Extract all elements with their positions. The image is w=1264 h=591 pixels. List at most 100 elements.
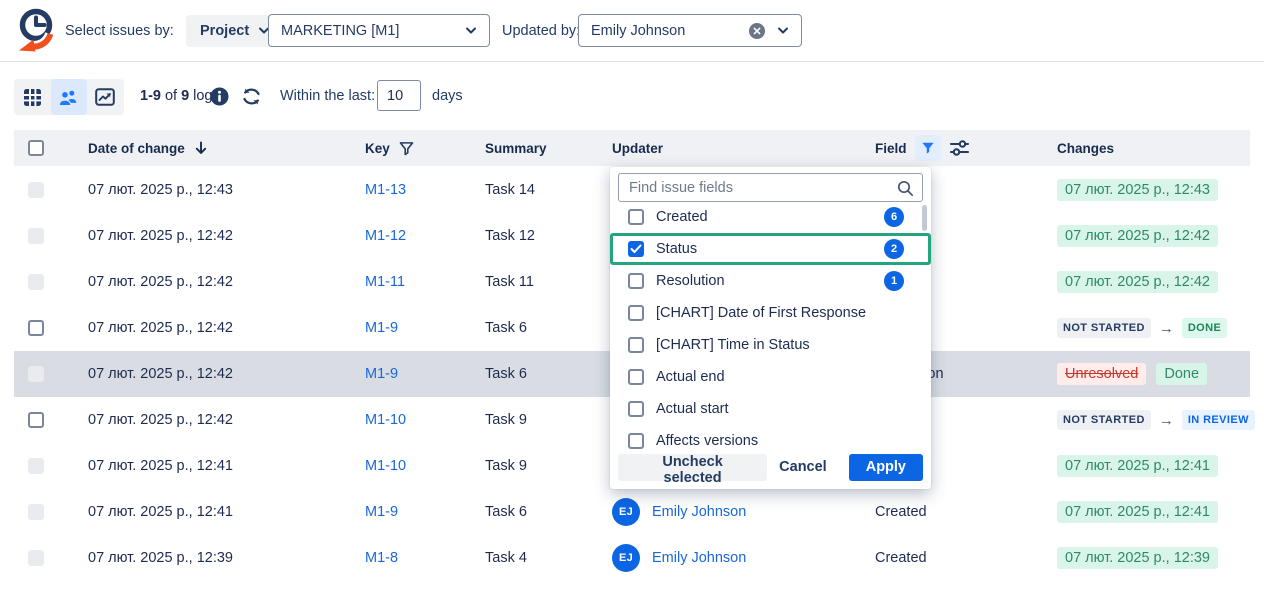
column-changes[interactable]: Changes	[1057, 141, 1114, 156]
field-option-resolution[interactable]: Resolution 1	[610, 265, 931, 297]
within-last-label: Within the last:	[280, 62, 375, 130]
apply-button[interactable]: Apply	[849, 454, 923, 481]
field-option-actual-end[interactable]: Actual end	[610, 361, 931, 393]
count-badge: 2	[884, 239, 904, 259]
cancel-button[interactable]: Cancel	[767, 454, 839, 481]
checkbox[interactable]	[628, 209, 644, 225]
logs-count-range: 1-9	[140, 88, 161, 104]
clear-icon[interactable]	[749, 23, 765, 39]
project-select[interactable]: MARKETING [M1]	[268, 14, 490, 47]
resolution-from-pill: Unresolved	[1057, 363, 1146, 385]
issue-summary: Task 6	[485, 305, 527, 351]
checkbox[interactable]	[628, 401, 644, 417]
issue-key-link[interactable]: M1-10	[365, 458, 406, 474]
resolution-to-pill: Done	[1156, 363, 1207, 385]
select-by-value: Project	[200, 23, 249, 39]
column-summary[interactable]: Summary	[485, 141, 547, 156]
issue-key-link[interactable]: M1-9	[365, 366, 398, 382]
search-icon	[897, 180, 914, 197]
issue-key-link[interactable]: M1-12	[365, 228, 406, 244]
field-option-chart-time-in-status[interactable]: [CHART] Time in Status	[610, 329, 931, 361]
uncheck-selected-button[interactable]: Uncheck selected	[618, 454, 767, 481]
status-to-badge: DONE	[1182, 318, 1227, 338]
view-switcher	[14, 79, 124, 115]
table-row: 07 лют. 2025 р., 12:41 M1-9 Task 6 EJ Em…	[14, 489, 1250, 535]
refresh-button[interactable]	[241, 86, 262, 107]
check-icon	[630, 244, 642, 254]
field-search-input[interactable]	[619, 174, 922, 201]
field-option-actual-start[interactable]: Actual start	[610, 393, 931, 425]
select-by-dropdown[interactable]: Project	[186, 15, 281, 47]
people-view-button[interactable]	[51, 79, 88, 115]
date-of-change: 07 лют. 2025 р., 12:42	[88, 351, 233, 397]
column-field[interactable]: Field	[875, 141, 907, 156]
issue-summary: Task 9	[485, 397, 527, 443]
avatar: EJ	[612, 544, 640, 572]
chevron-down-icon	[777, 27, 789, 35]
field-option-status[interactable]: Status 2	[610, 233, 931, 265]
row-checkbox[interactable]	[28, 412, 44, 428]
status-to-badge: IN REVIEW	[1182, 410, 1255, 430]
select-all-checkbox[interactable]	[28, 140, 44, 156]
table-header: Date of change Key Summary Updater Field…	[14, 130, 1250, 166]
days-label: days	[432, 62, 463, 130]
row-checkbox	[28, 504, 44, 520]
change-arrow-icon: →	[1159, 320, 1174, 337]
row-checkbox[interactable]	[28, 320, 44, 336]
issue-key-link[interactable]: M1-11	[365, 274, 405, 290]
count-badge: 1	[884, 271, 904, 291]
checkbox[interactable]	[628, 433, 644, 449]
issue-key-link[interactable]: M1-13	[365, 182, 406, 198]
checkbox[interactable]	[628, 369, 644, 385]
column-date-of-change[interactable]: Date of change	[88, 141, 185, 156]
date-of-change: 07 лют. 2025 р., 12:42	[88, 213, 233, 259]
field-option-created[interactable]: Created 6	[610, 201, 931, 233]
row-checkbox	[28, 182, 44, 198]
column-updater[interactable]: Updater	[612, 141, 663, 156]
issue-key-link[interactable]: M1-9	[365, 320, 398, 336]
issue-summary: Task 11	[485, 259, 534, 305]
within-days-input[interactable]	[377, 80, 421, 111]
issue-summary: Task 6	[485, 351, 527, 397]
column-key[interactable]: Key	[365, 141, 390, 156]
table-view-button[interactable]	[14, 79, 51, 115]
checkbox-checked[interactable]	[628, 241, 644, 257]
key-filter-icon[interactable]	[398, 140, 415, 157]
table-row: 07 лют. 2025 р., 12:39 M1-8 Task 4 EJ Em…	[14, 535, 1250, 581]
logs-count-total: 9	[181, 88, 189, 104]
chart-view-button[interactable]	[87, 79, 124, 115]
topbar: Select issues by: Project MARKETING [M1]…	[0, 0, 1264, 62]
column-settings-icon[interactable]	[949, 139, 970, 157]
issue-summary: Task 6	[485, 489, 527, 535]
info-icon	[210, 87, 229, 106]
change-value: 07 лют. 2025 р., 12:39	[1057, 547, 1218, 569]
info-button[interactable]	[210, 87, 229, 106]
popup-scrollbar[interactable]	[922, 205, 927, 231]
checkbox[interactable]	[628, 305, 644, 321]
updated-by-value: Emily Johnson	[591, 23, 749, 39]
field-filter-popup: Created 6 Status 2 Resolution 1 [CHART] …	[610, 167, 931, 489]
date-of-change: 07 лют. 2025 р., 12:39	[88, 535, 233, 581]
change-value: 07 лют. 2025 р., 12:41	[1057, 501, 1218, 523]
row-checkbox	[28, 458, 44, 474]
sort-desc-icon[interactable]	[193, 140, 209, 156]
date-of-change: 07 лют. 2025 р., 12:43	[88, 167, 233, 213]
checkbox[interactable]	[628, 273, 644, 289]
issue-key-link[interactable]: M1-8	[365, 550, 398, 566]
issue-key-link[interactable]: M1-10	[365, 412, 406, 428]
change-value: 07 лют. 2025 р., 12:42	[1057, 271, 1218, 293]
issue-key-link[interactable]: M1-9	[365, 504, 398, 520]
change-value: 07 лют. 2025 р., 12:41	[1057, 455, 1218, 477]
field-filter-button[interactable]	[915, 135, 941, 161]
app-logo-clock-icon	[12, 4, 58, 58]
field-option-chart-date-first-response[interactable]: [CHART] Date of First Response	[610, 297, 931, 329]
updater-link[interactable]: Emily Johnson	[652, 550, 746, 566]
row-checkbox	[28, 550, 44, 566]
checkbox[interactable]	[628, 337, 644, 353]
issue-summary: Task 9	[485, 443, 527, 489]
logs-count: 1-9 of 9 logs	[140, 62, 220, 130]
updated-by-select[interactable]: Emily Johnson	[578, 14, 802, 47]
date-of-change: 07 лют. 2025 р., 12:42	[88, 305, 233, 351]
change-arrow-icon: →	[1159, 412, 1174, 429]
updater-link[interactable]: Emily Johnson	[652, 504, 746, 520]
